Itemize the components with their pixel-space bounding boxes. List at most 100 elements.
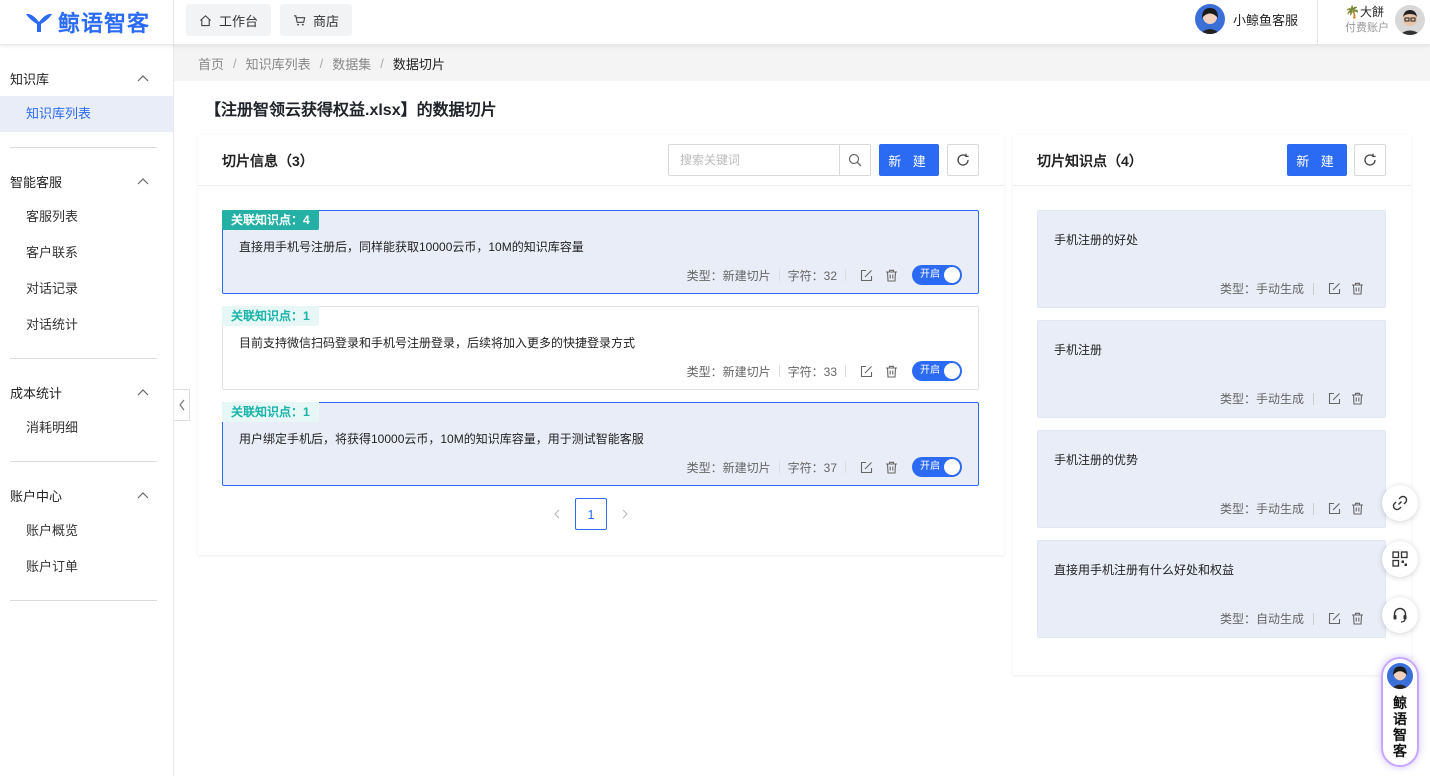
points-panel-header: 切片知识点（4） 新 建 (1013, 135, 1411, 186)
edit-button[interactable] (860, 461, 873, 474)
slice-card[interactable]: 关联知识点：1 目前支持微信扫码登录和手机号注册登录，后续将加入更多的快捷登录方… (222, 306, 979, 390)
nav-store-button[interactable]: 商店 (280, 4, 353, 36)
refresh-points-button[interactable] (1354, 144, 1386, 176)
edit-button[interactable] (860, 365, 873, 378)
points-panel-title: 切片知识点（4） (1037, 153, 1143, 169)
point-text: 手机注册的优势 (1054, 453, 1139, 467)
page-title: 【注册智领云获得权益.xlsx】的数据切片 (205, 102, 497, 119)
brand-chat-widget[interactable]: 鲸语智客 (1381, 657, 1419, 767)
sidebar: 知识库 知识库列表 智能客服 客服列表 客户联系 对话记录 对话统计 成本统计 … (0, 45, 174, 776)
point-text: 手机注册 (1054, 343, 1103, 357)
edit-icon (860, 269, 873, 281)
sidebar-item-contacts[interactable]: 客户联系 (0, 235, 173, 271)
edit-button[interactable] (860, 269, 873, 282)
sidebar-divider (10, 461, 157, 462)
agent-name: 小鲸鱼客服 (1233, 12, 1299, 28)
related-points-tag: 关联知识点：1 (222, 402, 319, 422)
slice-card[interactable]: 关联知识点：1 用户绑定手机后，将获得10000云币，10M的知识库容量，用于测… (222, 402, 979, 486)
breadcrumb-dataset[interactable]: 数据集 (332, 54, 371, 73)
slice-meta: 类型：新建切片 字符：37 开启 (687, 457, 962, 477)
next-page-icon[interactable] (621, 509, 629, 519)
app-logo[interactable]: 鲸语智客 (24, 8, 150, 36)
search-input[interactable] (669, 145, 840, 175)
customer-support-button[interactable] (1382, 597, 1418, 633)
slices-panel-header: 切片信息（3） 新 建 (198, 135, 1004, 186)
edit-button[interactable] (1328, 612, 1341, 625)
trash-icon (1352, 502, 1363, 515)
user-avatar[interactable] (1395, 5, 1425, 35)
sidebar-item-knowledge-list[interactable]: 知识库列表 (0, 96, 173, 132)
edit-icon (860, 461, 873, 473)
sidebar-group-knowledge[interactable]: 知识库 (0, 60, 173, 96)
edit-button[interactable] (1328, 282, 1341, 295)
sidebar-divider (10, 358, 157, 359)
knowledge-points-panel: 切片知识点（4） 新 建 手机注册的好处 类型：手动生成 手机注册 类型：手动生… (1013, 135, 1411, 675)
sidebar-item-conversations[interactable]: 对话记录 (0, 271, 173, 307)
account-info[interactable]: 🌴大餅 付费账户 (1345, 4, 1389, 36)
sidebar-item-account-orders[interactable]: 账户订单 (0, 549, 173, 585)
edit-icon (1328, 502, 1341, 515)
sidebar-group-cost[interactable]: 成本统计 (0, 374, 173, 410)
sidebar-divider (10, 600, 157, 601)
qr-code-button[interactable] (1382, 541, 1418, 577)
share-link-button[interactable] (1382, 485, 1418, 521)
page-button[interactable]: 1 (575, 498, 607, 530)
new-point-button[interactable]: 新 建 (1287, 144, 1347, 176)
delete-button[interactable] (885, 461, 898, 474)
agent-switcher[interactable]: 小鲸鱼客服 (1195, 4, 1298, 34)
sidebar-item-account-overview[interactable]: 账户概览 (0, 513, 173, 549)
sidebar-group-label: 智能客服 (10, 174, 63, 190)
search-icon (848, 153, 862, 167)
new-slice-button[interactable]: 新 建 (879, 144, 939, 176)
point-text: 直接用手机注册有什么好处和权益 (1054, 563, 1235, 577)
slice-text: 用户绑定手机后，将获得10000云币，10M的知识库容量，用于测试智能客服 (239, 432, 644, 446)
delete-button[interactable] (1351, 392, 1364, 405)
brand-text: 鲸语智客 (1393, 695, 1407, 759)
link-icon (1392, 495, 1408, 511)
delete-button[interactable] (1351, 282, 1364, 295)
point-text: 手机注册的好处 (1054, 233, 1139, 247)
trash-icon (886, 461, 897, 474)
delete-button[interactable] (885, 269, 898, 282)
enable-toggle[interactable]: 开启 (912, 457, 962, 477)
delete-button[interactable] (885, 365, 898, 378)
sidebar-group-account[interactable]: 账户中心 (0, 477, 173, 513)
breadcrumb-knowledge-list[interactable]: 知识库列表 (246, 54, 311, 73)
sidebar-item-conversation-stats[interactable]: 对话统计 (0, 307, 173, 343)
slice-search (668, 144, 871, 176)
edit-icon (1328, 282, 1341, 295)
trash-icon (1352, 282, 1363, 295)
nav-workbench-button[interactable]: 工作台 (186, 4, 272, 36)
delete-button[interactable] (1351, 612, 1364, 625)
chevron-up-icon (137, 75, 149, 82)
slice-type: 类型：新建切片 (686, 364, 771, 379)
sidebar-group-label: 账户中心 (10, 488, 63, 504)
knowledge-point-card[interactable]: 手机注册 类型：手动生成 (1037, 320, 1386, 418)
slices-panel-title: 切片信息（3） (222, 153, 314, 169)
slice-type: 类型：新建切片 (686, 268, 771, 283)
enable-toggle[interactable]: 开启 (912, 361, 962, 381)
sidebar-item-usage-detail[interactable]: 消耗明细 (0, 410, 173, 446)
breadcrumb-home[interactable]: 首页 (198, 54, 224, 73)
delete-button[interactable] (1351, 502, 1364, 515)
search-button[interactable] (839, 145, 870, 175)
refresh-slices-button[interactable] (947, 144, 979, 176)
grid-icon (1392, 551, 1408, 567)
knowledge-point-card[interactable]: 手机注册的好处 类型：手动生成 (1037, 210, 1386, 308)
slice-card[interactable]: 关联知识点：4 直接用手机号注册后，同样能获取10000云币，10M的知识库容量… (222, 210, 979, 294)
edit-button[interactable] (1328, 392, 1341, 405)
enable-toggle[interactable]: 开启 (912, 265, 962, 285)
cart-icon (293, 14, 306, 26)
sidebar-group-label: 知识库 (10, 71, 50, 87)
knowledge-point-card[interactable]: 手机注册的优势 类型：手动生成 (1037, 430, 1386, 528)
prev-page-icon[interactable] (553, 509, 561, 519)
related-points-tag: 关联知识点：4 (222, 210, 319, 230)
sidebar-collapse-button[interactable] (174, 389, 190, 421)
sidebar-item-service-list[interactable]: 客服列表 (0, 199, 173, 235)
logo-text: 鲸语智客 (58, 11, 151, 36)
edit-button[interactable] (1328, 502, 1341, 515)
top-header: 鲸语智客 工作台 商店 小鲸鱼客服 🌴大餅 付费账户 (0, 0, 1430, 45)
sidebar-group-service[interactable]: 智能客服 (0, 163, 173, 199)
slice-meta: 类型：新建切片 字符：32 开启 (687, 265, 962, 285)
knowledge-point-card[interactable]: 直接用手机注册有什么好处和权益 类型：自动生成 (1037, 540, 1386, 638)
